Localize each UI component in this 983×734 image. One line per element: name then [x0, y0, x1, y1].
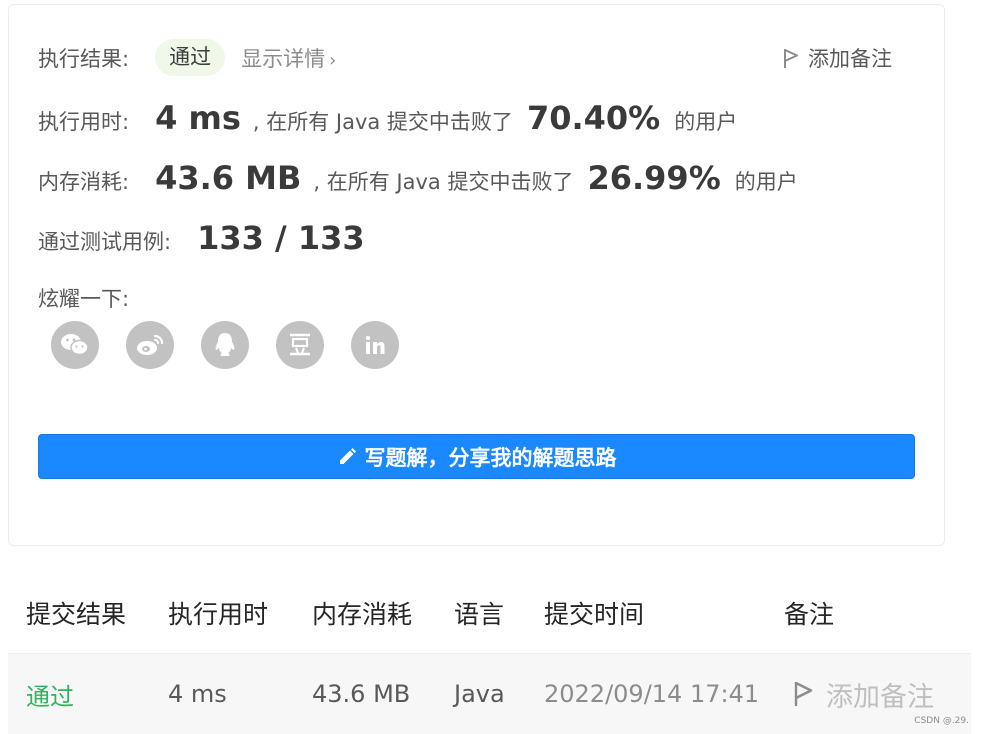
table-row[interactable]: 通过 4 ms 43.6 MB Java 2022/09/14 17:41 添加…: [8, 654, 971, 734]
submissions-table: 提交结果 执行用时 内存消耗 语言 提交时间 备注 通过 4 ms 43.6 M…: [8, 572, 971, 734]
row-runtime: 4 ms: [168, 680, 227, 708]
header-note: 备注: [784, 599, 835, 629]
qq-icon[interactable]: [201, 321, 249, 369]
header-submit-time: 提交时间: [544, 599, 645, 629]
share-icons: [51, 321, 399, 369]
header-language: 语言: [454, 599, 505, 629]
add-note-button[interactable]: 添加备注: [782, 43, 892, 73]
write-solution-label: 写题解，分享我的解题思路: [364, 445, 617, 470]
table-header: 提交结果 执行用时 内存消耗 语言 提交时间 备注: [8, 572, 971, 654]
runtime-percent: 70.40%: [526, 99, 661, 137]
row-add-note-label: 添加备注: [826, 681, 934, 713]
share-row: 炫耀一下:: [38, 283, 129, 313]
weibo-icon[interactable]: [126, 321, 174, 369]
header-runtime: 执行用时: [168, 599, 269, 629]
memory-row: 内存消耗: 43.6 MB , 在所有 Java 提交中击败了 26.99% 的…: [38, 159, 798, 197]
pencil-icon: [339, 447, 356, 464]
testcases-row: 通过测试用例: 133 / 133: [38, 219, 365, 257]
submission-result-card: 执行结果: 通过 显示详情 › 添加备注 执行用时: 4 ms , 在所有 Jav…: [8, 4, 945, 546]
douban-icon[interactable]: [276, 321, 324, 369]
testcases-value: 133 / 133: [197, 219, 365, 257]
row-language: Java: [454, 680, 505, 708]
memory-users-text: 的用户: [734, 170, 798, 194]
show-details-label: 显示详情: [241, 46, 326, 71]
linkedin-icon[interactable]: [351, 321, 399, 369]
add-note-label: 添加备注: [808, 47, 892, 71]
runtime-value: 4 ms: [155, 99, 241, 137]
result-label: 执行结果:: [38, 46, 130, 71]
row-memory: 43.6 MB: [312, 680, 411, 708]
runtime-beat-text: , 在所有 Java 提交中击败了: [252, 110, 513, 134]
flag-icon: [784, 49, 798, 68]
result-row: 执行结果: 通过 显示详情 ›: [38, 39, 336, 77]
runtime-row: 执行用时: 4 ms , 在所有 Java 提交中击败了 70.40% 的用户: [38, 99, 737, 137]
header-result: 提交结果: [26, 599, 127, 629]
header-memory: 内存消耗: [312, 599, 413, 629]
status-badge: 通过: [155, 39, 226, 77]
flag-icon: [794, 681, 813, 706]
memory-percent: 26.99%: [587, 159, 721, 197]
chevron-right-icon: ›: [329, 49, 337, 71]
watermark: CSDN @.29.: [914, 716, 969, 726]
share-label: 炫耀一下:: [38, 287, 130, 311]
memory-label: 内存消耗:: [38, 170, 130, 194]
write-solution-button[interactable]: 写题解，分享我的解题思路: [38, 434, 915, 479]
testcases-label: 通过测试用例:: [38, 230, 172, 254]
runtime-users-text: 的用户: [674, 110, 738, 134]
show-details-link[interactable]: 显示详情 ›: [241, 43, 336, 73]
wechat-icon[interactable]: [51, 321, 99, 369]
row-submit-time: 2022/09/14 17:41: [544, 680, 760, 708]
row-result-link[interactable]: 通过: [26, 654, 74, 734]
memory-value: 43.6 MB: [155, 159, 302, 197]
memory-beat-text: , 在所有 Java 提交中击败了: [313, 170, 574, 194]
row-add-note-button[interactable]: 添加备注: [792, 654, 934, 734]
runtime-label: 执行用时:: [38, 110, 130, 134]
